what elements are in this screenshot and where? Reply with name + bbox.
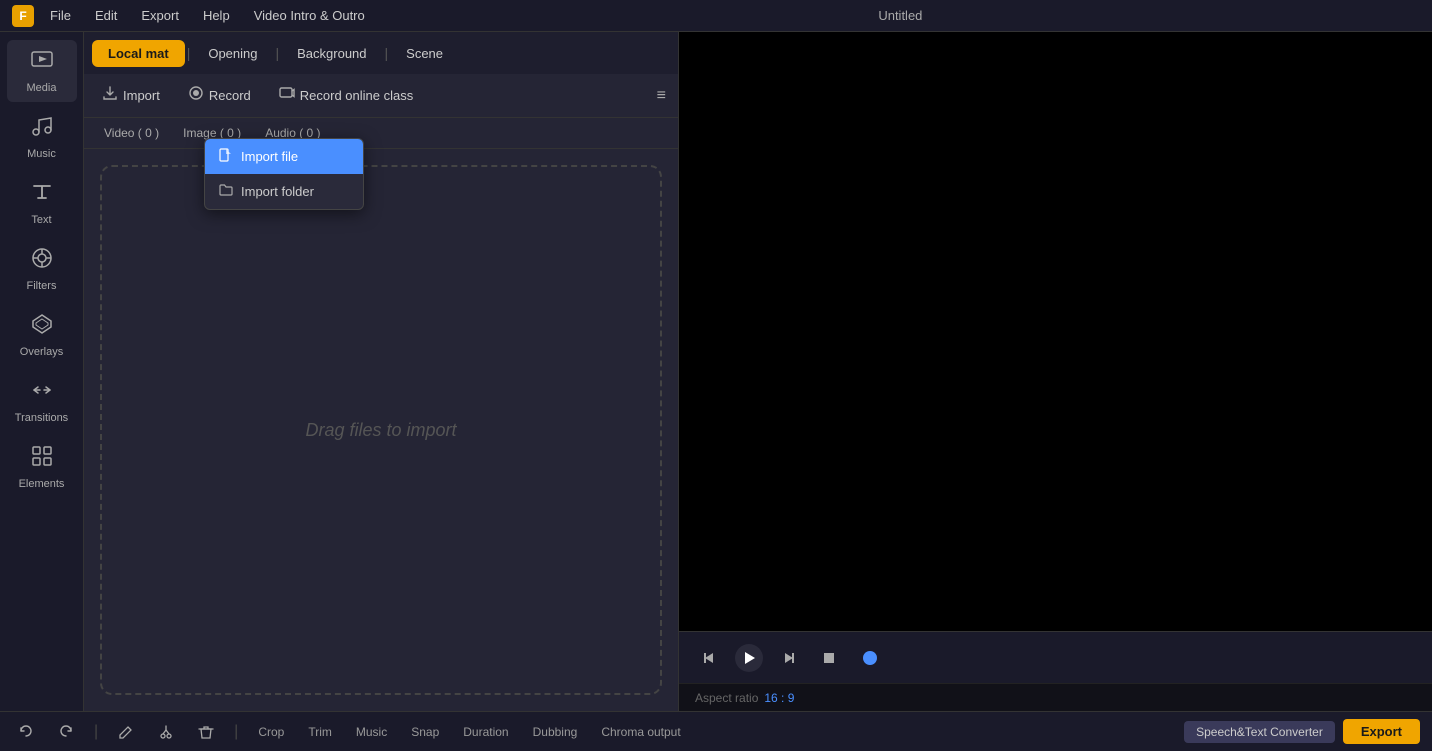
trim-label: Trim <box>308 725 332 739</box>
tab-local-mat[interactable]: Local mat <box>92 40 185 67</box>
main-layout: Media Music Text <box>0 32 1432 711</box>
stop-button[interactable] <box>815 644 843 672</box>
sidebar-item-music[interactable]: Music <box>7 106 77 168</box>
tab-scene[interactable]: Scene <box>390 40 459 67</box>
aspect-ratio-value: 16 : 9 <box>764 691 794 705</box>
redo-button[interactable] <box>52 722 80 742</box>
filters-icon <box>30 246 54 276</box>
next-frame-button[interactable] <box>775 644 803 672</box>
menu-file[interactable]: File <box>42 8 79 23</box>
record-icon <box>188 85 204 106</box>
delete-button[interactable] <box>192 722 220 742</box>
crop-label: Crop <box>258 725 284 739</box>
chroma-button[interactable]: Chroma output <box>595 723 686 741</box>
app-logo: F <box>12 5 34 27</box>
tab-opening[interactable]: Opening <box>192 40 273 67</box>
sidebar-item-filters[interactable]: Filters <box>7 238 77 300</box>
dropdown-import-folder[interactable]: Import folder <box>205 174 363 209</box>
left-sidebar: Media Music Text <box>0 32 84 711</box>
list-icon: ≡ <box>657 87 666 104</box>
sidebar-label-media: Media <box>27 82 57 94</box>
prev-frame-button[interactable] <box>695 644 723 672</box>
aspect-ratio-label: Aspect ratio <box>695 691 758 705</box>
sidebar-label-filters: Filters <box>27 280 57 292</box>
progress-indicator[interactable] <box>863 651 877 665</box>
sidebar-label-overlays: Overlays <box>20 346 63 358</box>
chroma-label: Chroma output <box>601 725 680 739</box>
title-bar: F File Edit Export Help Video Intro & Ou… <box>0 0 1432 32</box>
menu-help[interactable]: Help <box>195 8 238 23</box>
media-icon <box>30 48 54 78</box>
music-tool-button[interactable]: Music <box>350 723 393 741</box>
import-icon <box>102 85 118 106</box>
tab-sep-3: | <box>385 45 389 61</box>
import-folder-icon <box>219 183 233 200</box>
drop-zone-text: Drag files to import <box>305 420 456 441</box>
aspect-ratio-bar: Aspect ratio 16 : 9 <box>679 683 1432 711</box>
bottom-sep-1: | <box>94 723 98 741</box>
play-pause-button[interactable] <box>735 644 763 672</box>
preview-area <box>679 32 1432 631</box>
undo-button[interactable] <box>12 722 40 742</box>
filter-video[interactable]: Video ( 0 ) <box>96 124 167 142</box>
menu-export[interactable]: Export <box>133 8 187 23</box>
sidebar-item-elements[interactable]: Elements <box>7 436 77 498</box>
sidebar-item-text[interactable]: Text <box>7 172 77 234</box>
dubbing-label: Dubbing <box>533 725 578 739</box>
elements-icon <box>30 444 54 474</box>
text-icon <box>30 180 54 210</box>
toolbar: Import Record Record onl <box>84 74 678 118</box>
import-folder-label: Import folder <box>241 184 314 199</box>
sidebar-label-transitions: Transitions <box>15 412 68 424</box>
bottom-sep-2: | <box>234 723 238 741</box>
drop-zone[interactable]: Drag files to import <box>100 165 662 695</box>
tabs-bar: Local mat | Opening | Background | Scene <box>84 32 678 74</box>
tab-background[interactable]: Background <box>281 40 382 67</box>
filter-tabs: Video ( 0 ) Image ( 0 ) Audio ( 0 ) <box>84 118 678 149</box>
tab-sep-2: | <box>275 45 279 61</box>
crop-button[interactable]: Crop <box>252 723 290 741</box>
menu-edit[interactable]: Edit <box>87 8 125 23</box>
dubbing-button[interactable]: Dubbing <box>527 723 584 741</box>
music-icon <box>30 114 54 144</box>
record-online-button[interactable]: Record online class <box>273 82 419 109</box>
sidebar-item-overlays[interactable]: Overlays <box>7 304 77 366</box>
record-label: Record <box>209 88 251 103</box>
record-online-label: Record online class <box>300 88 413 103</box>
cut-button[interactable] <box>152 722 180 742</box>
import-button[interactable]: Import <box>96 82 166 109</box>
record-button[interactable]: Record <box>182 82 257 109</box>
media-panel: Local mat | Opening | Background | Scene… <box>84 32 679 711</box>
export-button[interactable]: Export <box>1343 719 1420 744</box>
trim-button[interactable]: Trim <box>302 723 338 741</box>
import-file-label: Import file <box>241 149 298 164</box>
tab-sep-1: | <box>187 45 191 61</box>
snap-button[interactable]: Snap <box>405 723 445 741</box>
pen-button[interactable] <box>112 722 140 742</box>
speech-text-button[interactable]: Speech&Text Converter <box>1184 721 1335 743</box>
list-view-button[interactable]: ≡ <box>657 87 666 105</box>
sidebar-label-music: Music <box>27 148 56 160</box>
duration-label: Duration <box>463 725 508 739</box>
sidebar-label-elements: Elements <box>19 478 65 490</box>
playback-bar <box>679 631 1432 683</box>
preview-panel: Aspect ratio 16 : 9 <box>679 32 1432 711</box>
app-title: Untitled <box>381 8 1420 23</box>
music-tool-label: Music <box>356 725 387 739</box>
duration-button[interactable]: Duration <box>457 723 514 741</box>
snap-label: Snap <box>411 725 439 739</box>
bottom-right-actions: Speech&Text Converter Export <box>1184 719 1420 744</box>
sidebar-item-transitions[interactable]: Transitions <box>7 370 77 432</box>
sidebar-label-text: Text <box>31 214 51 226</box>
sidebar-item-media[interactable]: Media <box>7 40 77 102</box>
overlays-icon <box>30 312 54 342</box>
import-file-icon <box>219 148 233 165</box>
menu-video-intro[interactable]: Video Intro & Outro <box>246 8 373 23</box>
import-label: Import <box>123 88 160 103</box>
transitions-icon <box>30 378 54 408</box>
dropdown-import-file[interactable]: Import file <box>205 139 363 174</box>
bottom-toolbar: | | Crop Trim Music Snap Duration Dub <box>0 711 1432 751</box>
record-online-icon <box>279 85 295 106</box>
import-dropdown: Import file Import folder <box>204 138 364 210</box>
